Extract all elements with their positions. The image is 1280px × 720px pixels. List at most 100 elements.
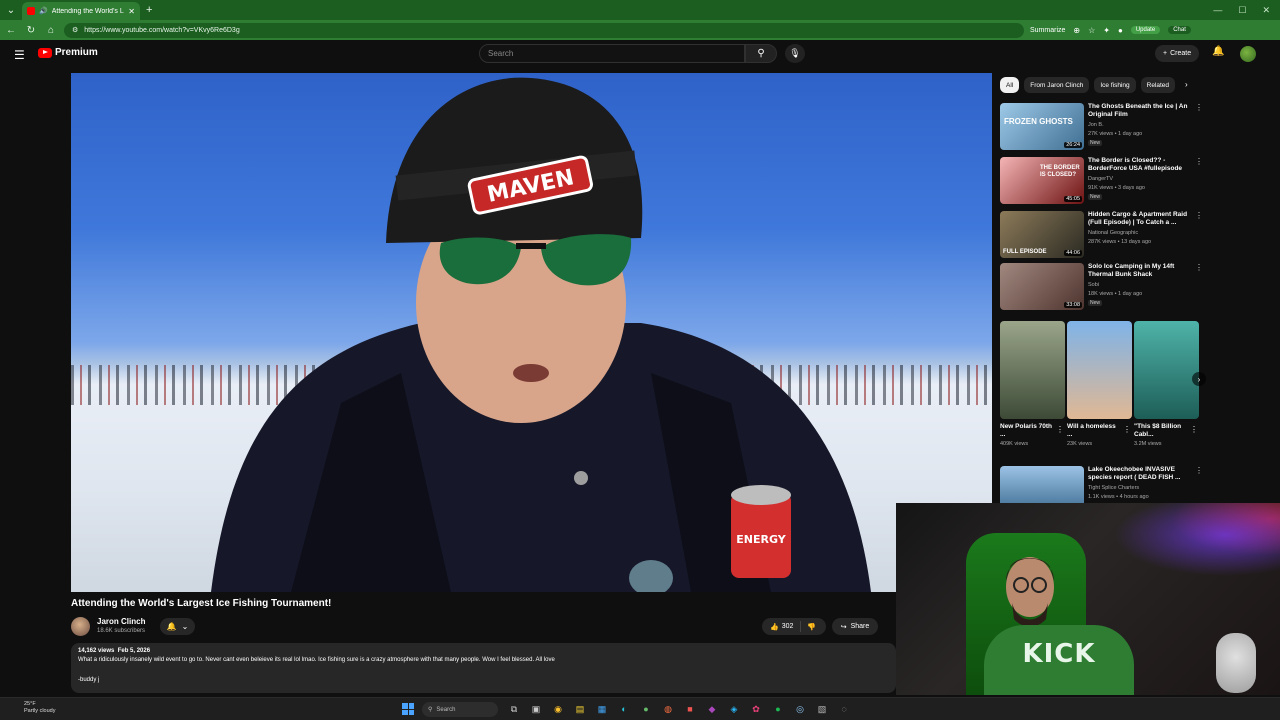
video-thumbnail[interactable]: FROZEN GHOSTS 26:24 (1000, 103, 1084, 150)
app-icon[interactable]: ◈ (726, 701, 742, 717)
files-icon[interactable]: ▤ (572, 701, 588, 717)
more-options-icon[interactable]: ⋮ (1195, 157, 1203, 166)
store-icon[interactable]: ▦ (594, 701, 610, 717)
rec-title[interactable]: The Ghosts Beneath the Ice | An Original… (1088, 103, 1193, 119)
edge-icon[interactable]: ◐ (616, 701, 632, 717)
short-title[interactable]: "This $8 Billion Cabl... (1134, 423, 1189, 439)
chip-ice-fishing[interactable]: Ice fishing (1094, 77, 1136, 93)
app-icon[interactable]: ▧ (814, 701, 830, 717)
rec-title[interactable]: Solo Ice Camping in My 14ft Thermal Bunk… (1088, 263, 1193, 279)
subscription-bell-button[interactable]: 🔔 ⌄ (160, 618, 195, 635)
app-icon[interactable]: ◌ (836, 701, 852, 717)
taskbar-search[interactable]: ⚲ Search (422, 702, 498, 717)
short-title[interactable]: New Polaris 70th ... (1000, 423, 1055, 439)
chip-from-channel[interactable]: From Jaron Clinch (1024, 77, 1090, 93)
reload-icon[interactable]: ↻ (24, 25, 38, 36)
chat-button[interactable]: Chat (1168, 26, 1191, 34)
more-options-icon[interactable]: ⋮ (1056, 425, 1064, 434)
rec-channel[interactable]: DangerTV (1088, 176, 1113, 182)
maximize-icon[interactable]: ☐ (1238, 5, 1246, 16)
notifications-bell-icon[interactable]: 🔔 (1212, 46, 1224, 57)
recommendation-item[interactable]: FULL EPISODE 44:06 Hidden Cargo & Apartm… (1000, 211, 1203, 261)
tab-close-icon[interactable]: ✕ (128, 7, 135, 16)
share-button[interactable]: ↪ Share (832, 618, 878, 635)
spotify-icon[interactable]: ● (770, 701, 786, 717)
more-options-icon[interactable]: ⋮ (1195, 263, 1203, 272)
sweater-text: KICK (1022, 639, 1096, 669)
home-icon[interactable]: ⌂ (44, 25, 58, 36)
rec-channel[interactable]: Jon B. (1088, 122, 1104, 128)
more-options-icon[interactable]: ⋮ (1123, 425, 1131, 434)
update-button[interactable]: Update (1130, 26, 1161, 34)
extensions-puzzle-icon[interactable]: ✦ (1103, 26, 1110, 35)
video-player[interactable]: MAVEN ENERGY (71, 73, 992, 592)
rec-channel[interactable]: Tight Splice Charters (1088, 485, 1139, 491)
terminal-icon[interactable]: ▣ (528, 701, 544, 717)
browser-icon[interactable]: ● (638, 701, 654, 717)
short-thumbnail[interactable] (1000, 321, 1065, 419)
rec-title[interactable]: Hidden Cargo & Apartment Raid (Full Epis… (1088, 211, 1193, 227)
short-title[interactable]: Will a homeless ... (1067, 423, 1122, 439)
more-options-icon[interactable]: ⋮ (1195, 466, 1203, 475)
video-thumbnail[interactable]: 33:08 (1000, 263, 1084, 310)
chip-related[interactable]: Related (1140, 77, 1176, 93)
recommendation-item[interactable]: 33:08 Solo Ice Camping in My 14ft Therma… (1000, 263, 1203, 313)
windows-start-icon[interactable] (402, 703, 414, 715)
chevron-right-icon[interactable]: › (1185, 80, 1188, 89)
channel-name[interactable]: Jaron Clinch (97, 617, 145, 626)
rec-title[interactable]: Lake Okeechobee INVASIVE species report … (1088, 466, 1193, 482)
app-icon[interactable]: ◆ (704, 701, 720, 717)
more-options-icon[interactable]: ⋮ (1190, 425, 1198, 434)
account-avatar[interactable] (1240, 46, 1256, 62)
rec-title[interactable]: The Border is Closed?? - BorderForce USA… (1088, 157, 1193, 173)
short-item[interactable]: Will a homeless ... 23K views ⋮ (1067, 321, 1132, 461)
channel-avatar[interactable] (71, 617, 90, 636)
app-icon[interactable]: ■ (682, 701, 698, 717)
audio-playing-icon[interactable]: 🔊 (39, 7, 48, 15)
taskview-icon[interactable]: ⧉ (506, 701, 522, 717)
search-input[interactable]: Search (479, 44, 745, 63)
short-item[interactable]: "This $8 Billion Cabl... 3.2M views ⋮ (1134, 321, 1199, 461)
youtube-logo[interactable]: Premium (38, 47, 98, 58)
description-box[interactable]: 14,162 views Feb 5, 2026 What a ridiculo… (71, 643, 896, 693)
app-icon[interactable]: ◎ (792, 701, 808, 717)
browser-tab-active[interactable]: 🔊 Attending the World's Largest ✕ (22, 2, 140, 20)
new-tab-button[interactable]: + (146, 4, 152, 16)
search-button[interactable]: ⚲ (745, 44, 777, 63)
site-info-icon[interactable]: ⚙ (72, 26, 78, 34)
minimize-icon[interactable]: — (1213, 5, 1222, 16)
rec-channel[interactable]: Sobi (1088, 282, 1099, 288)
video-thumbnail[interactable]: FULL EPISODE 44:06 (1000, 211, 1084, 258)
like-button[interactable]: 👍 302 (762, 621, 802, 632)
create-button[interactable]: + Create (1155, 45, 1200, 62)
recommendation-item[interactable]: FROZEN GHOSTS 26:24 The Ghosts Beneath t… (1000, 103, 1203, 153)
more-options-icon[interactable]: ⋮ (1195, 211, 1203, 220)
short-views: 23K views (1067, 441, 1093, 447)
voice-search-button[interactable]: 🎙 (785, 44, 805, 63)
video-thumbnail[interactable]: THE BORDER IS CLOSED? 45:05 (1000, 157, 1084, 204)
chip-all[interactable]: All (1000, 77, 1020, 93)
extension-icon[interactable]: ⊕ (1073, 26, 1080, 35)
summarize-button[interactable]: Summarize (1030, 27, 1065, 34)
profile-icon[interactable]: ● (1118, 26, 1123, 35)
address-bar[interactable]: ⚙ https://www.youtube.com/watch?v=VKvy6R… (64, 22, 1024, 38)
app-icon[interactable]: ✿ (748, 701, 764, 717)
firefox-icon[interactable]: ◍ (660, 701, 676, 717)
back-icon[interactable]: ← (4, 25, 18, 36)
short-item[interactable]: New Polaris 70th ... 409K views ⋮ (1000, 321, 1065, 461)
shorts-next-icon[interactable]: › (1192, 372, 1206, 386)
recommendation-item[interactable]: THE BORDER IS CLOSED? 45:05 The Border i… (1000, 157, 1203, 207)
rec-channel[interactable]: National Geographic (1088, 230, 1138, 236)
dislike-button[interactable]: 👎 (801, 623, 816, 631)
short-thumbnail[interactable] (1134, 321, 1199, 419)
logo-text: Premium (55, 47, 98, 58)
chrome-icon[interactable]: ◉ (550, 701, 566, 717)
windows-taskbar: 25°F Partly cloudy ⚲ Search ⧉ ▣ ◉ ▤ ▦ ◐ … (0, 697, 1280, 720)
tab-list-icon[interactable]: ⌄ (0, 0, 22, 20)
close-window-icon[interactable]: ✕ (1262, 5, 1270, 16)
weather-widget[interactable]: 25°F Partly cloudy (24, 701, 56, 715)
menu-icon[interactable]: ☰ (14, 48, 25, 62)
more-options-icon[interactable]: ⋮ (1195, 103, 1203, 112)
bookmark-star-icon[interactable]: ☆ (1088, 26, 1095, 35)
short-thumbnail[interactable] (1067, 321, 1132, 419)
